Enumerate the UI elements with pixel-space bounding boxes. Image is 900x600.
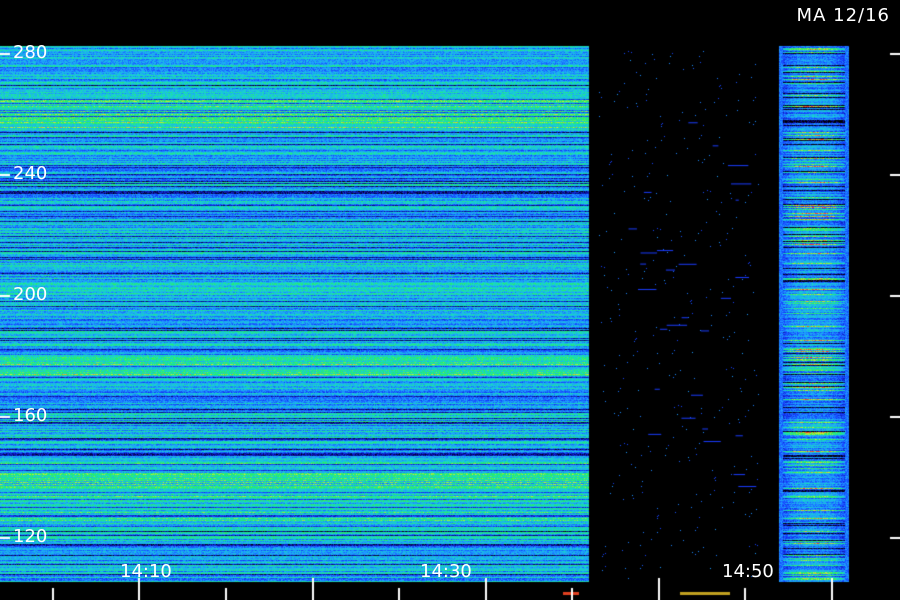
x-tick-label-1430: 14:30 [420, 561, 472, 582]
y-tick-label-280: 280 [13, 42, 48, 63]
x-tick-label-1450: 14:50 [722, 561, 774, 582]
y-tick-label-200: 200 [13, 284, 48, 305]
chart-title: MA 12/16 [796, 5, 890, 26]
x-tick-label-1410: 14:10 [120, 561, 172, 582]
y-tick-label-160: 160 [13, 405, 48, 426]
y-tick-label-120: 120 [13, 526, 48, 547]
y-tick-label-240: 240 [13, 163, 48, 184]
spectrogram-canvas [0, 0, 900, 600]
